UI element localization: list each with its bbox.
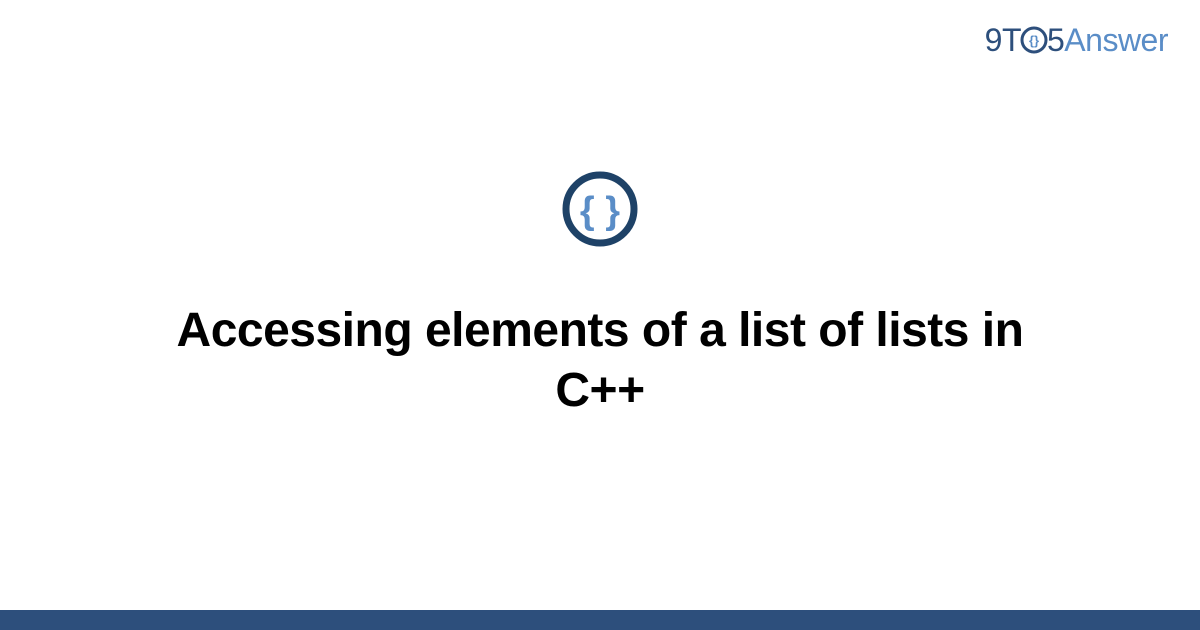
svg-text:{ }: { } [580,190,620,232]
footer-accent-bar [0,610,1200,630]
braces-circle-icon: { } [561,170,639,248]
page-title: Accessing elements of a list of lists in… [150,301,1050,421]
topic-icon: { } [561,170,639,253]
main-content: { } Accessing elements of a list of list… [0,0,1200,610]
